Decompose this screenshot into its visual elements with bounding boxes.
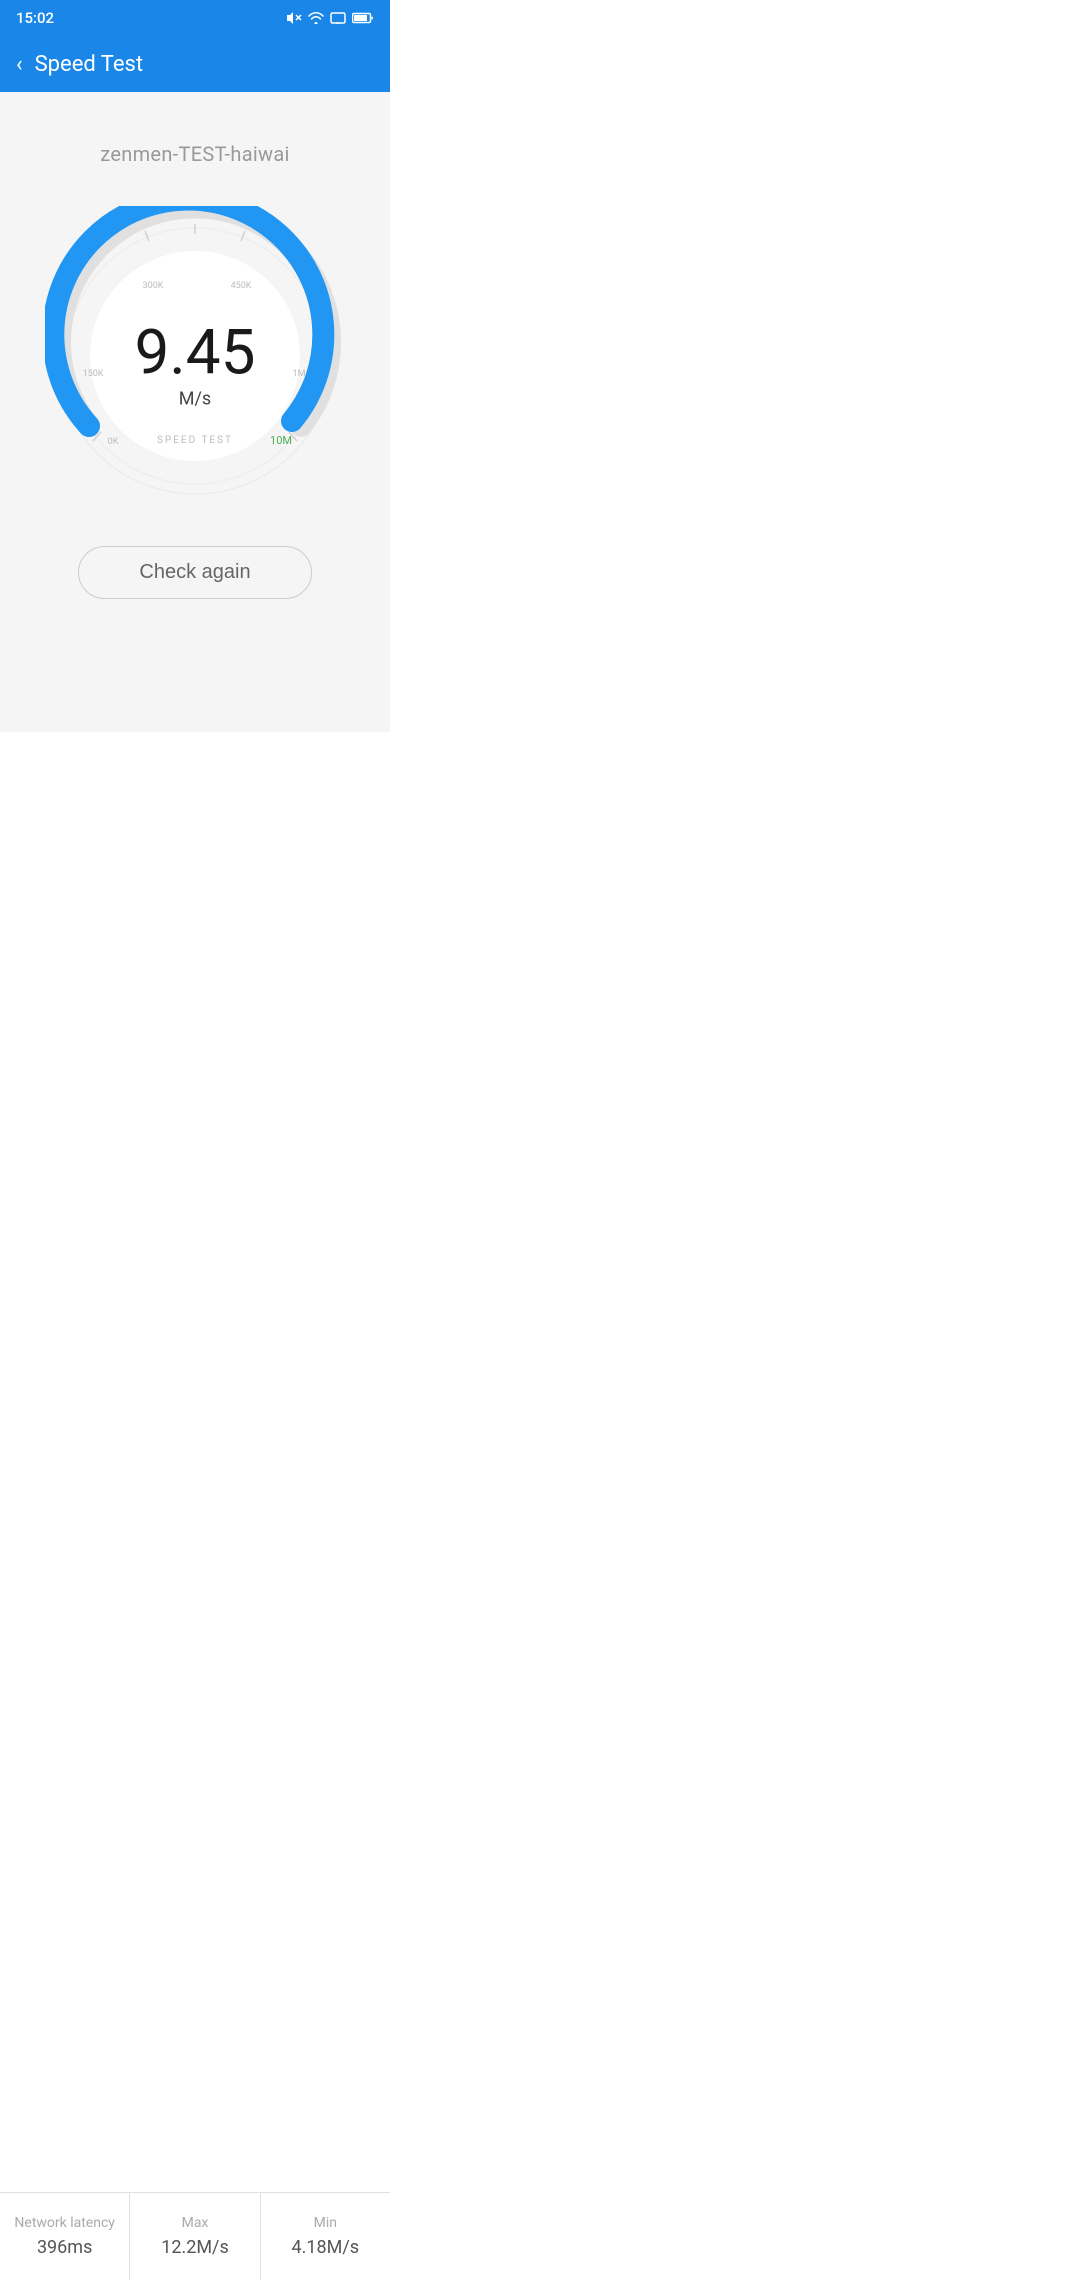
speed-value: 9.45 [135, 323, 256, 385]
screen-icon [330, 12, 346, 24]
svg-text:300K: 300K [143, 281, 164, 291]
check-again-button[interactable]: Check again [78, 546, 311, 599]
mute-icon [286, 11, 302, 25]
svg-text:10M: 10M [270, 434, 292, 447]
speed-display: 9.45 M/s [135, 323, 256, 410]
min-label: Min [314, 2215, 337, 2231]
max-label: Max [182, 2215, 209, 2231]
status-time: 15:02 [16, 9, 54, 27]
svg-text:0K: 0K [108, 437, 119, 447]
wifi-icon [308, 12, 324, 24]
svg-text:450K: 450K [231, 281, 252, 291]
speedometer: 0K 150K 300K 450K 1M 10M 9.45 M/s SPEED … [45, 206, 345, 506]
min-value: 4.18M/s [292, 2237, 360, 2258]
latency-stat: Network latency 396ms [0, 2193, 130, 2280]
max-value: 12.2M/s [161, 2237, 229, 2258]
status-bar: 15:02 [0, 0, 390, 36]
svg-text:1M: 1M [293, 369, 306, 379]
speed-unit: M/s [135, 389, 256, 410]
bottom-stats: Network latency 396ms Max 12.2M/s Min 4.… [0, 2192, 390, 2280]
min-stat: Min 4.18M/s [261, 2193, 390, 2280]
latency-value: 396ms [37, 2237, 92, 2258]
status-icons [286, 11, 374, 25]
max-stat: Max 12.2M/s [130, 2193, 260, 2280]
app-bar: ‹ Speed Test [0, 36, 390, 92]
speed-test-label: SPEED TEST [157, 435, 233, 446]
svg-text:150K: 150K [83, 369, 104, 379]
main-content: zenmen-TEST-haiwai [0, 92, 390, 732]
back-button[interactable]: ‹ [16, 52, 23, 77]
page-title: Speed Test [35, 52, 143, 77]
battery-icon [352, 12, 374, 24]
network-name: zenmen-TEST-haiwai [100, 142, 289, 166]
latency-label: Network latency [14, 2215, 115, 2231]
